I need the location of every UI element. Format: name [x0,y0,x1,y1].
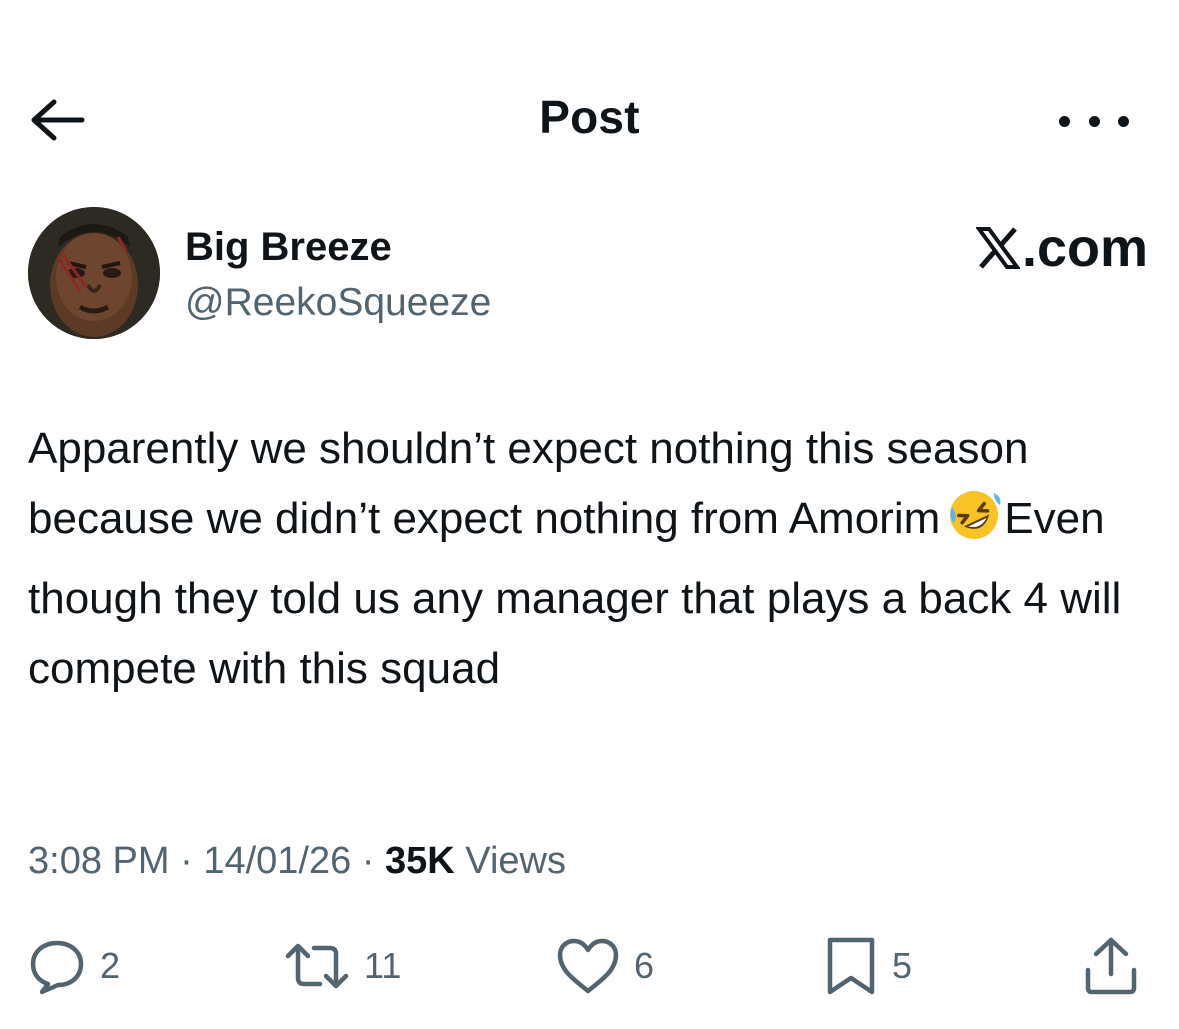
repost-button[interactable]: 11 [284,934,401,998]
reply-icon [30,940,84,995]
rolling-on-floor-laughing-icon [946,487,1002,564]
tweet-text: Apparently we shouldn’t expect nothing t… [28,414,1138,704]
author-name[interactable]: Big Breeze [185,225,392,270]
more-dots-icon [1059,115,1070,127]
bookmark-button[interactable]: 5 [824,934,912,998]
tweet-meta: 3:08 PM · 14/01/26 · 35K Views [28,840,566,883]
top-bar: Post [0,70,1179,170]
x-com-watermark: .com [975,217,1148,279]
repost-count: 11 [364,945,402,986]
meta-separator: · [180,840,193,882]
heart-icon [557,938,619,994]
views-label: Views [465,840,566,882]
reply-count: 2 [100,945,121,986]
like-button[interactable]: 6 [556,934,654,998]
views-count: 35K [385,840,455,882]
author-row: Big Breeze @ReekoSqueeze .com [28,207,1148,341]
page-title: Post [539,91,640,143]
tweet-text-part-1: Apparently we shouldn’t expect nothing t… [28,424,1029,543]
more-options-button[interactable] [1059,106,1129,136]
x-com-text: .com [1021,218,1148,278]
like-count: 6 [634,945,655,986]
x-logo-icon [975,227,1020,269]
share-button[interactable] [1082,934,1140,998]
tweet-date[interactable]: 14/01/26 [203,840,351,882]
bookmark-icon [827,937,875,995]
bookmark-count: 5 [892,945,913,986]
avatar[interactable] [28,207,160,339]
tweet-time[interactable]: 3:08 PM [28,840,170,882]
action-bar: 2 11 6 5 [28,934,1148,998]
meta-separator: · [361,840,375,882]
reply-button[interactable]: 2 [28,934,120,998]
repost-icon [285,943,349,989]
share-icon [1085,937,1137,995]
author-handle[interactable]: @ReekoSqueeze [185,281,491,325]
